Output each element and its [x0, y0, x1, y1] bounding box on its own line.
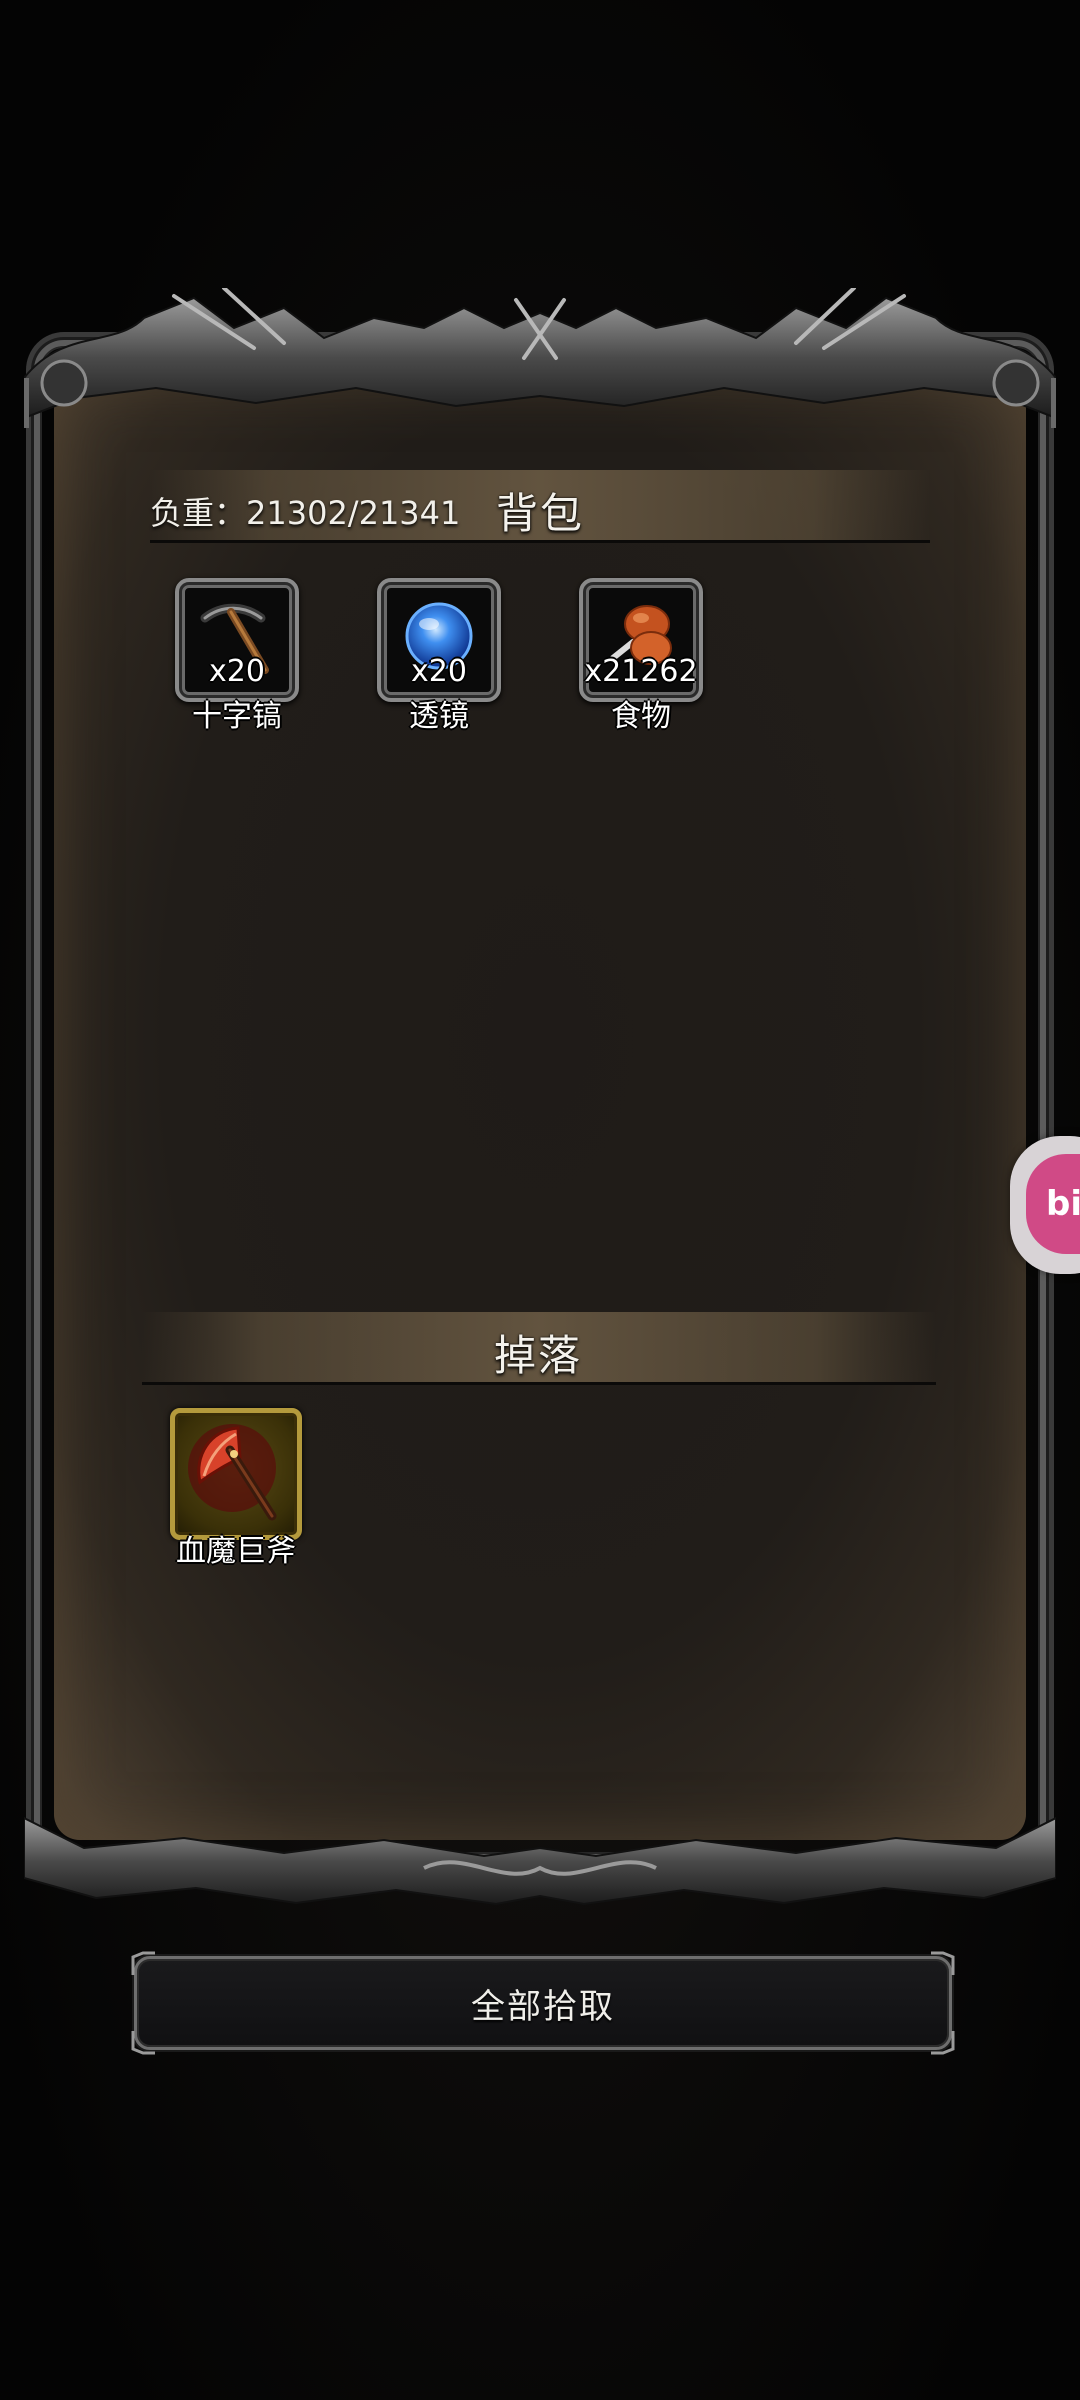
weight-label: 负重：21302/21341 [150, 494, 461, 532]
inventory-item-food[interactable]: x21262 食物 [579, 578, 703, 734]
item-count: x20 [411, 654, 467, 689]
bili-logo-icon: bili [1026, 1154, 1080, 1254]
axe-icon [188, 1424, 277, 1521]
corner-ornament-icon [131, 1951, 155, 1975]
drop-item-blood-axe[interactable]: 血魔巨斧 [170, 1408, 302, 1569]
pickup-all-button[interactable]: 全部拾取 [131, 1951, 955, 2055]
item-count: x20 [209, 654, 265, 689]
game-screen: 负重：21302/21341 背包 x20 十字镐 x20 透镜 x21262 … [0, 0, 1080, 2400]
corner-ornament-icon [931, 1951, 955, 1975]
corner-ornament-icon [131, 2031, 155, 2055]
bili-floating-button[interactable]: bili [1010, 1136, 1080, 1274]
item-name: 十字镐 [192, 699, 282, 734]
backpack-title: 背包 [496, 489, 585, 538]
drop-item-name: 血魔巨斧 [176, 1534, 296, 1569]
corner-ornament-icon [931, 2031, 955, 2055]
item-name: 食物 [611, 699, 671, 734]
inventory-item-pickaxe[interactable]: x20 十字镐 [175, 578, 299, 734]
inventory-item-lens[interactable]: x20 透镜 [377, 578, 501, 734]
frame-top-ornament-icon [24, 288, 1056, 428]
item-count: x21262 [584, 654, 698, 689]
pickup-all-label: 全部拾取 [471, 1986, 615, 2027]
item-name: 透镜 [409, 699, 469, 734]
drops-title: 掉落 [494, 1331, 583, 1380]
frame-bottom-ornament-icon [24, 1816, 1056, 1906]
